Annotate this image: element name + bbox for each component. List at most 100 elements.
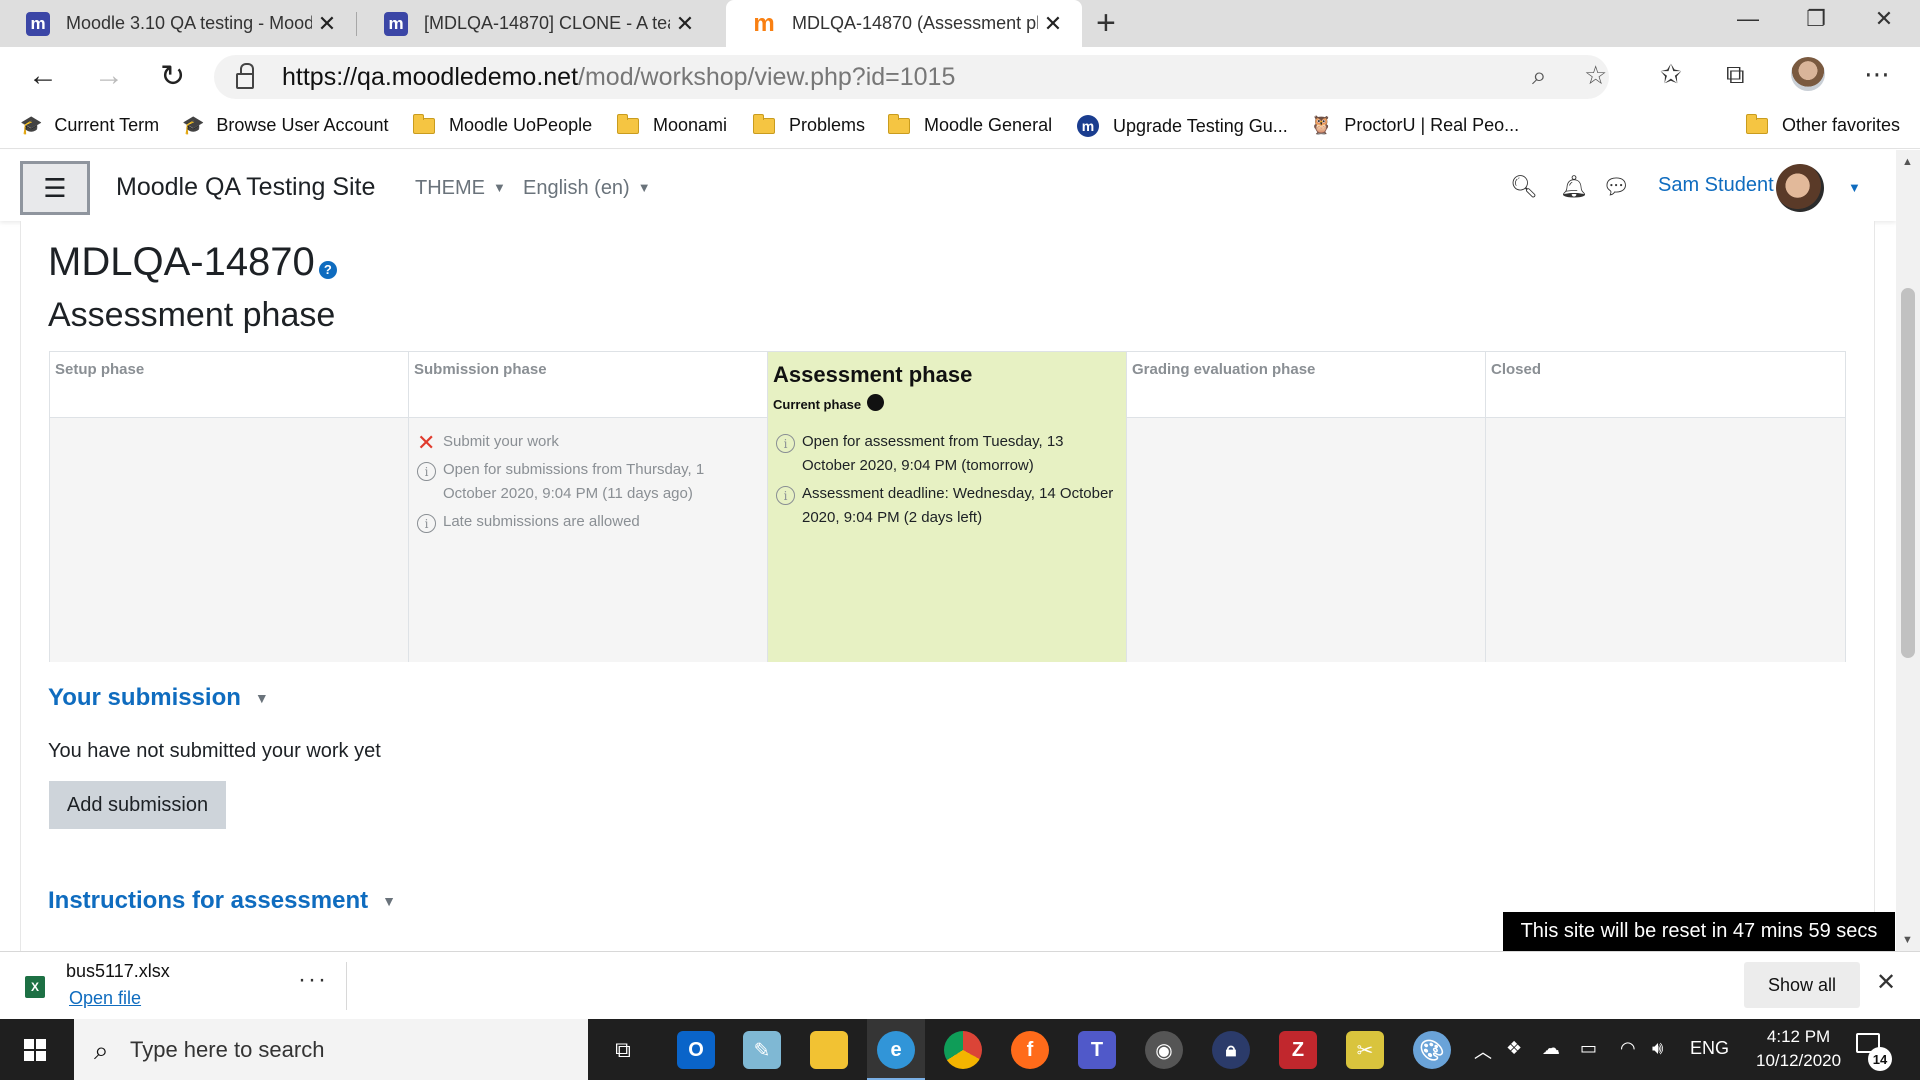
chrome-icon[interactable]	[944, 1031, 982, 1069]
uopeople-icon: 🎓	[20, 115, 43, 135]
download-filename: bus5117.xlsx	[66, 961, 170, 981]
favorite-proctoru[interactable]: 🦉 ProctorU | Real Peo...	[1310, 115, 1519, 136]
dropbox-icon[interactable]: ❖	[1506, 1038, 1522, 1059]
windows-start-icon[interactable]	[24, 1039, 46, 1061]
volume-icon[interactable]: 🔊︎	[1652, 1038, 1663, 1059]
language-menu[interactable]: English (en) ▼	[523, 177, 651, 200]
task-view-icon[interactable]: ⧉	[604, 1031, 642, 1069]
favorite-moodle-uopeople[interactable]: Moodle UoPeople	[413, 113, 592, 136]
edge-browser-icon[interactable]: e	[867, 1019, 925, 1080]
task-item: i Late submissions are allowed	[417, 510, 759, 534]
favorite-problems[interactable]: Problems	[753, 113, 866, 136]
tab-title: Moodle 3.10 QA testing - Moodle	[66, 13, 312, 33]
user-name[interactable]: Sam Student	[1658, 174, 1774, 197]
teams-icon[interactable]: T	[1078, 1031, 1116, 1069]
phase-column-assessment-current: Assessment phase Current phase i Open fo…	[768, 352, 1127, 662]
collections-icon[interactable]: ⧉	[1726, 59, 1745, 91]
battery-icon[interactable]: ▭	[1580, 1038, 1597, 1059]
forward-arrow-icon[interactable]: →	[94, 59, 124, 93]
info-icon: i	[417, 462, 436, 481]
search-icon[interactable]: 🔍︎	[1510, 174, 1538, 200]
notification-bell-icon[interactable]: 🔔︎	[1560, 174, 1588, 200]
phase-header[interactable]: Closed	[1486, 352, 1845, 418]
window-close-icon[interactable]: ✕	[1854, 6, 1914, 32]
close-tab-icon[interactable]: ✕	[670, 11, 700, 37]
phase-header[interactable]: Setup phase	[50, 352, 408, 418]
url-field[interactable]: https://qa.moodledemo.net/mod/workshop/v…	[214, 55, 1609, 99]
favorite-moonami[interactable]: Moonami	[617, 113, 727, 136]
paint-icon[interactable]: 🎨︎	[1413, 1031, 1451, 1069]
close-tab-icon[interactable]: ✕	[1038, 11, 1068, 37]
your-submission-heading[interactable]: Your submission ▼	[48, 684, 269, 712]
show-hidden-icons-chevron-icon[interactable]: ︿	[1474, 1038, 1492, 1064]
favorite-label: Problems	[789, 115, 866, 135]
close-download-bar-icon[interactable]: ✕	[1876, 968, 1896, 997]
favorite-label: Moodle General	[924, 115, 1053, 135]
current-phase-dot-icon	[867, 394, 885, 411]
file-explorer-icon[interactable]	[810, 1031, 848, 1069]
action-center-icon[interactable]: 14	[1856, 1033, 1892, 1071]
page-title: MDLQA-14870 ?	[48, 240, 337, 285]
zoom-icon[interactable]: ⌕	[1532, 60, 1547, 92]
other-favorites[interactable]: Other favorites	[1746, 113, 1900, 136]
browser-profile-avatar[interactable]	[1791, 57, 1825, 91]
notification-count-badge: 14	[1868, 1047, 1892, 1071]
task-text: Late submissions are allowed	[443, 513, 640, 530]
favorites-bar: 🎓 Current Term 🎓 Browse User Account Moodl…	[0, 107, 1920, 149]
show-all-button[interactable]: Show all	[1744, 962, 1860, 1008]
user-menu-caret-icon[interactable]: ▼	[1848, 180, 1861, 195]
browser-tab-3-active[interactable]: m MDLQA-14870 (Assessment phase) ✕	[726, 0, 1082, 47]
instructions-assessment-heading[interactable]: Instructions for assessment ▼	[48, 887, 396, 915]
scrollbar-thumb[interactable]	[1901, 288, 1915, 658]
favorite-upgrade-testing[interactable]: m Upgrade Testing Gu...	[1077, 115, 1288, 137]
obs-icon[interactable]: ◉	[1145, 1031, 1183, 1069]
lock-icon[interactable]	[236, 63, 254, 89]
more-menu-icon[interactable]: ⋯	[1864, 59, 1890, 90]
favorite-moodle-general[interactable]: Moodle General	[888, 113, 1053, 136]
notepad-icon[interactable]: ✎	[743, 1031, 781, 1069]
url-host: https://qa.moodledemo.net	[282, 62, 579, 91]
browser-tab-1[interactable]: m Moodle 3.10 QA testing - Moodle ✕	[0, 0, 357, 47]
taskbar-clock[interactable]: 4:12 PM 10/12/2020	[1756, 1025, 1841, 1073]
snipping-tool-icon[interactable]: ✂	[1346, 1031, 1384, 1069]
scroll-up-arrow-icon[interactable]: ▲	[1902, 156, 1913, 168]
scroll-down-arrow-icon[interactable]: ▼	[1902, 934, 1913, 946]
minimize-icon[interactable]: —	[1718, 6, 1778, 32]
theme-menu-label: THEME	[415, 177, 485, 199]
phase-header[interactable]: Submission phase	[409, 352, 767, 418]
taskbar-search-box[interactable]: ⌕ Type here to search	[74, 1019, 588, 1080]
theme-menu[interactable]: THEME ▼	[415, 177, 506, 200]
caret-down-icon: ▼	[637, 180, 651, 195]
task-item: i Open for assessment from Tuesday, 13 O…	[776, 430, 1118, 478]
favorite-label: ProctorU | Real Peo...	[1344, 115, 1520, 135]
browser-tab-2[interactable]: m [MDLQA-14870] CLONE - A teacher ✕	[358, 0, 714, 47]
open-file-link[interactable]: Open file	[69, 988, 141, 1009]
filezilla-icon[interactable]: Z	[1279, 1031, 1317, 1069]
add-submission-button[interactable]: Add submission	[49, 781, 226, 829]
phase-header[interactable]: Grading evaluation phase	[1127, 352, 1485, 418]
site-name[interactable]: Moodle QA Testing Site	[116, 173, 375, 202]
new-tab-icon[interactable]: +	[1096, 4, 1116, 43]
close-tab-icon[interactable]: ✕	[312, 11, 342, 37]
download-more-icon[interactable]: ···	[298, 966, 328, 994]
favorite-star-icon[interactable]: ☆	[1584, 60, 1607, 91]
messages-icon[interactable]: 💬︎	[1602, 174, 1630, 200]
folder-icon	[1746, 113, 1768, 134]
help-icon[interactable]: ?	[318, 260, 337, 279]
outlook-icon[interactable]: O	[677, 1031, 715, 1069]
current-phase-label: Current phase	[773, 397, 862, 412]
keepass-lock-icon[interactable]: 🔒︎	[1212, 1031, 1250, 1069]
favorite-browse-user-account[interactable]: 🎓 Browse User Account	[182, 115, 389, 136]
user-avatar[interactable]	[1776, 164, 1824, 212]
refresh-icon[interactable]: ↻	[160, 59, 185, 94]
wifi-icon[interactable]: ◠	[1620, 1038, 1636, 1059]
favorites-list-icon[interactable]: ✩	[1660, 59, 1682, 90]
drawer-toggle-button[interactable]: ☰	[20, 161, 90, 215]
onedrive-cloud-icon[interactable]: ☁	[1542, 1038, 1560, 1059]
favorite-current-term[interactable]: 🎓 Current Term	[20, 115, 159, 136]
back-arrow-icon[interactable]: ←	[28, 59, 58, 93]
restore-icon[interactable]: ❐	[1786, 6, 1846, 32]
firefox-icon[interactable]: f	[1011, 1031, 1049, 1069]
language-indicator[interactable]: ENG	[1690, 1038, 1729, 1059]
page-scrollbar[interactable]: ▲ ▼	[1896, 150, 1920, 951]
